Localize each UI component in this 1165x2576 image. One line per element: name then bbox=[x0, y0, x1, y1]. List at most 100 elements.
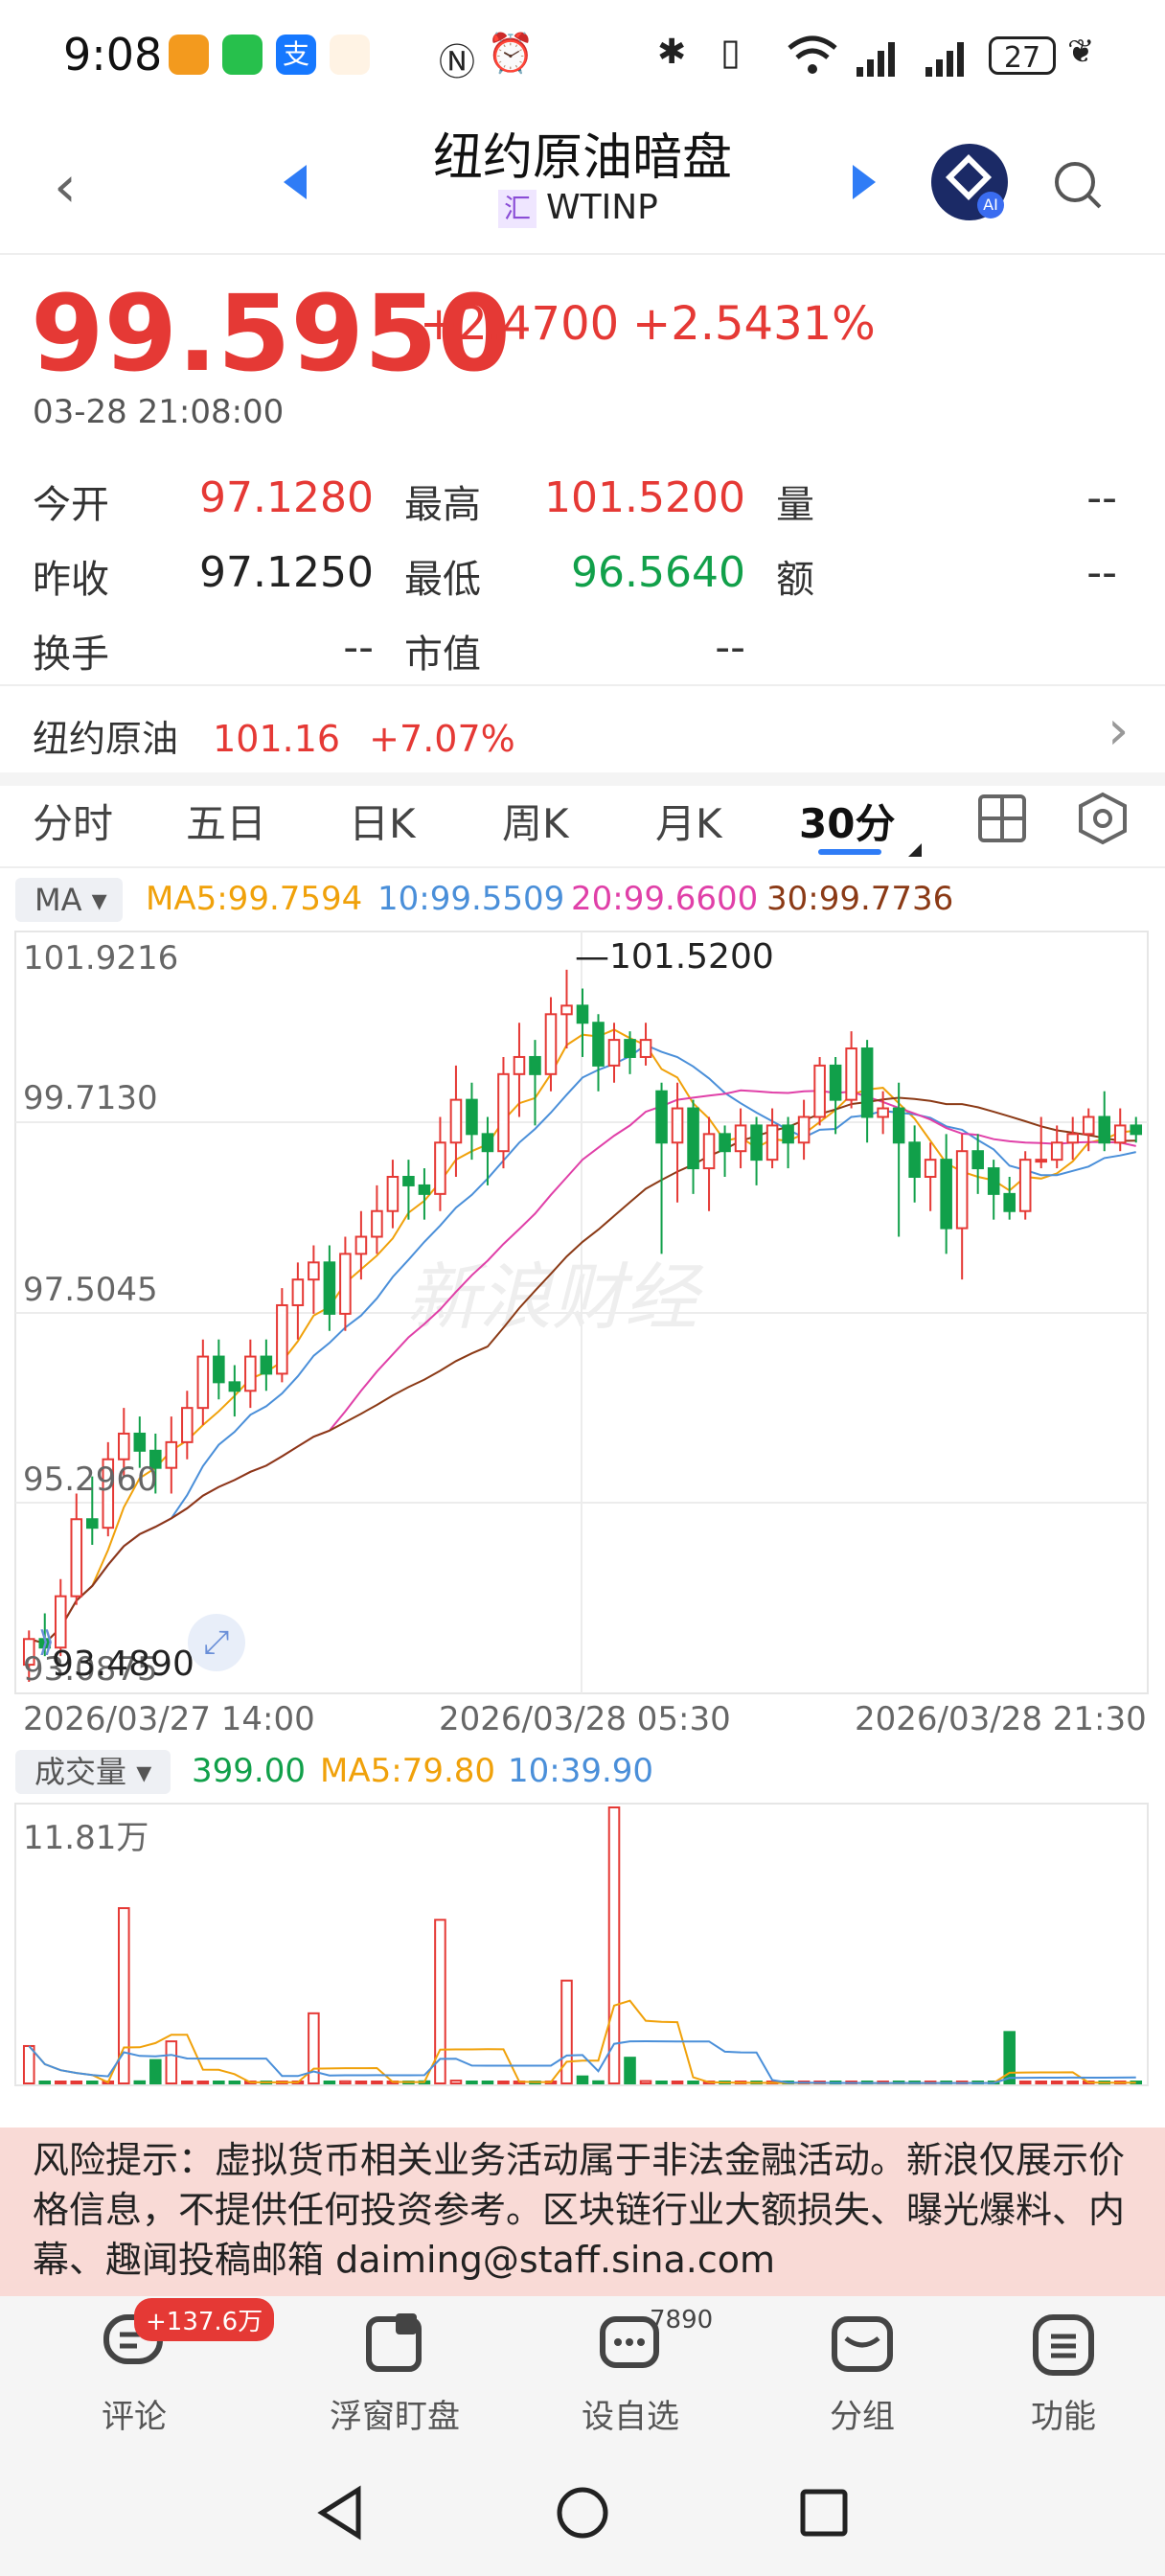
x-label-1: 2026/03/27 14:00 bbox=[23, 1700, 315, 1738]
candle-body bbox=[354, 1235, 368, 1255]
volume-selector-button[interactable]: 成交量 ▾ bbox=[15, 1750, 171, 1794]
period-dropdown-icon[interactable] bbox=[908, 843, 922, 857]
ma20-value: 20:99.6600 bbox=[571, 880, 759, 918]
add-watchlist-label: 设自选 bbox=[582, 2398, 679, 2436]
volume-bar bbox=[196, 2081, 210, 2084]
alipay-icon: 支 bbox=[276, 34, 316, 75]
candle-body bbox=[85, 1518, 99, 1530]
amount-label: 额 bbox=[776, 558, 814, 602]
float-window-icon bbox=[366, 2313, 422, 2372]
group-label: 分组 bbox=[830, 2398, 895, 2436]
high-marker: —101.5200 bbox=[575, 937, 774, 977]
tab-monthly-k[interactable]: 月K bbox=[655, 792, 722, 850]
volume-bar bbox=[371, 2081, 383, 2084]
candle-body bbox=[1066, 1133, 1080, 1144]
market-cap-value: -- bbox=[715, 623, 745, 672]
wechat-icon bbox=[222, 34, 263, 75]
x-label-2: 2026/03/28 05:30 bbox=[439, 1700, 731, 1738]
candle-body bbox=[308, 1261, 320, 1281]
tabs-divider bbox=[0, 866, 1165, 868]
next-instrument-icon[interactable] bbox=[853, 165, 876, 199]
volume-frame bbox=[14, 1803, 1149, 2086]
volume-bar bbox=[339, 2080, 352, 2084]
related-instrument[interactable]: 纽约原油 101.16 +7.07% bbox=[33, 709, 515, 762]
functions-button[interactable]: 功能 bbox=[968, 2310, 1159, 2437]
open-label: 今开 bbox=[33, 483, 109, 527]
candle-body bbox=[418, 1184, 431, 1195]
comment-count-badge: +137.6万 bbox=[134, 2298, 275, 2341]
candle-body bbox=[860, 1047, 874, 1118]
settings-icon[interactable] bbox=[1077, 792, 1129, 845]
menu-icon bbox=[1033, 2314, 1094, 2376]
tab-five-day[interactable]: 五日 bbox=[186, 792, 266, 850]
group-button[interactable]: 分组 bbox=[766, 2310, 958, 2437]
forex-badge: 汇 bbox=[498, 190, 537, 228]
volume-bar bbox=[466, 2081, 478, 2084]
candle-body bbox=[877, 1107, 889, 1118]
volume-bar bbox=[655, 2081, 668, 2084]
chevron-right-icon[interactable]: › bbox=[1108, 700, 1129, 762]
functions-label: 功能 bbox=[1031, 2398, 1096, 2436]
tab-weekly-k[interactable]: 周K bbox=[502, 792, 569, 850]
candle-body bbox=[466, 1098, 478, 1136]
volume-bar bbox=[181, 2081, 194, 2084]
collapse-arrows-icon[interactable]: ⟫ bbox=[38, 1625, 55, 1659]
tab-intraday[interactable]: 分时 bbox=[33, 792, 113, 850]
alarm-icon: ⏰ bbox=[487, 32, 535, 76]
volume-bar bbox=[1066, 2081, 1080, 2084]
candle-body bbox=[513, 1055, 526, 1075]
symbol-code: WTINP bbox=[546, 188, 658, 227]
ma30-value: 30:99.7736 bbox=[766, 880, 954, 918]
volume-value: -- bbox=[1086, 473, 1117, 522]
quote-timestamp: 03-28 21:08:00 bbox=[33, 393, 285, 431]
symbol-label: 汇 WTINP bbox=[498, 188, 658, 228]
candle-body bbox=[497, 1072, 510, 1153]
candle-body bbox=[118, 1432, 130, 1460]
related-name: 纽约原油 bbox=[33, 718, 179, 760]
expand-chart-icon[interactable]: ⤢ bbox=[188, 1614, 245, 1671]
candle-body bbox=[196, 1355, 210, 1410]
volume-bar bbox=[671, 2081, 684, 2084]
candle-body bbox=[782, 1124, 794, 1144]
candle-body bbox=[702, 1133, 716, 1170]
signal-icon-2 bbox=[925, 42, 964, 77]
high-marker-value: 101.5200 bbox=[609, 937, 774, 977]
candle-body bbox=[481, 1133, 494, 1153]
candle-body bbox=[892, 1107, 905, 1144]
volume-bar bbox=[560, 1979, 573, 2084]
nav-home-icon[interactable] bbox=[554, 2484, 611, 2542]
open-value: 97.1280 bbox=[199, 473, 374, 522]
nav-recents-icon[interactable] bbox=[795, 2484, 853, 2542]
price-change-pct: +2.5431% bbox=[632, 297, 876, 351]
tab-30min[interactable]: 30分 bbox=[799, 792, 895, 850]
candle-body bbox=[1018, 1159, 1032, 1212]
ma-selector-button[interactable]: MA ▾ bbox=[15, 878, 123, 922]
candle-body bbox=[607, 1039, 621, 1067]
prev-close-value: 97.1250 bbox=[199, 548, 374, 597]
low-marker-value: 93.4890 bbox=[52, 1644, 194, 1684]
low-marker: 93.4890 bbox=[52, 1644, 194, 1684]
search-icon[interactable] bbox=[1052, 159, 1104, 211]
candle-body bbox=[924, 1159, 937, 1179]
volume-bar bbox=[38, 2081, 52, 2084]
volume-bar bbox=[323, 2081, 336, 2084]
candle-body bbox=[624, 1039, 636, 1058]
candle-body bbox=[908, 1141, 921, 1179]
price-chart[interactable]: 新浪财经 bbox=[0, 930, 1165, 1696]
volume-bar bbox=[624, 2057, 636, 2084]
y-label-2: 99.7130 bbox=[23, 1079, 158, 1117]
candle-body bbox=[1035, 1159, 1047, 1163]
nav-back-icon[interactable] bbox=[312, 2484, 370, 2542]
candle-body bbox=[655, 1090, 668, 1144]
layout-grid-icon[interactable] bbox=[977, 794, 1027, 843]
volume-bar bbox=[165, 2040, 178, 2084]
volume-bar bbox=[592, 2080, 605, 2084]
leaf-icon: ❦ bbox=[1067, 33, 1095, 71]
float-window-button[interactable]: 浮窗盯盘 bbox=[299, 2310, 491, 2437]
tab-daily-k[interactable]: 日K bbox=[349, 792, 416, 850]
volume-chart[interactable] bbox=[0, 1802, 1165, 2089]
ai-assistant-icon[interactable]: AI bbox=[931, 144, 1008, 220]
bluetooth-icon: ✱ bbox=[657, 33, 687, 72]
volume-bar bbox=[481, 2081, 494, 2084]
candle-body bbox=[339, 1253, 352, 1315]
